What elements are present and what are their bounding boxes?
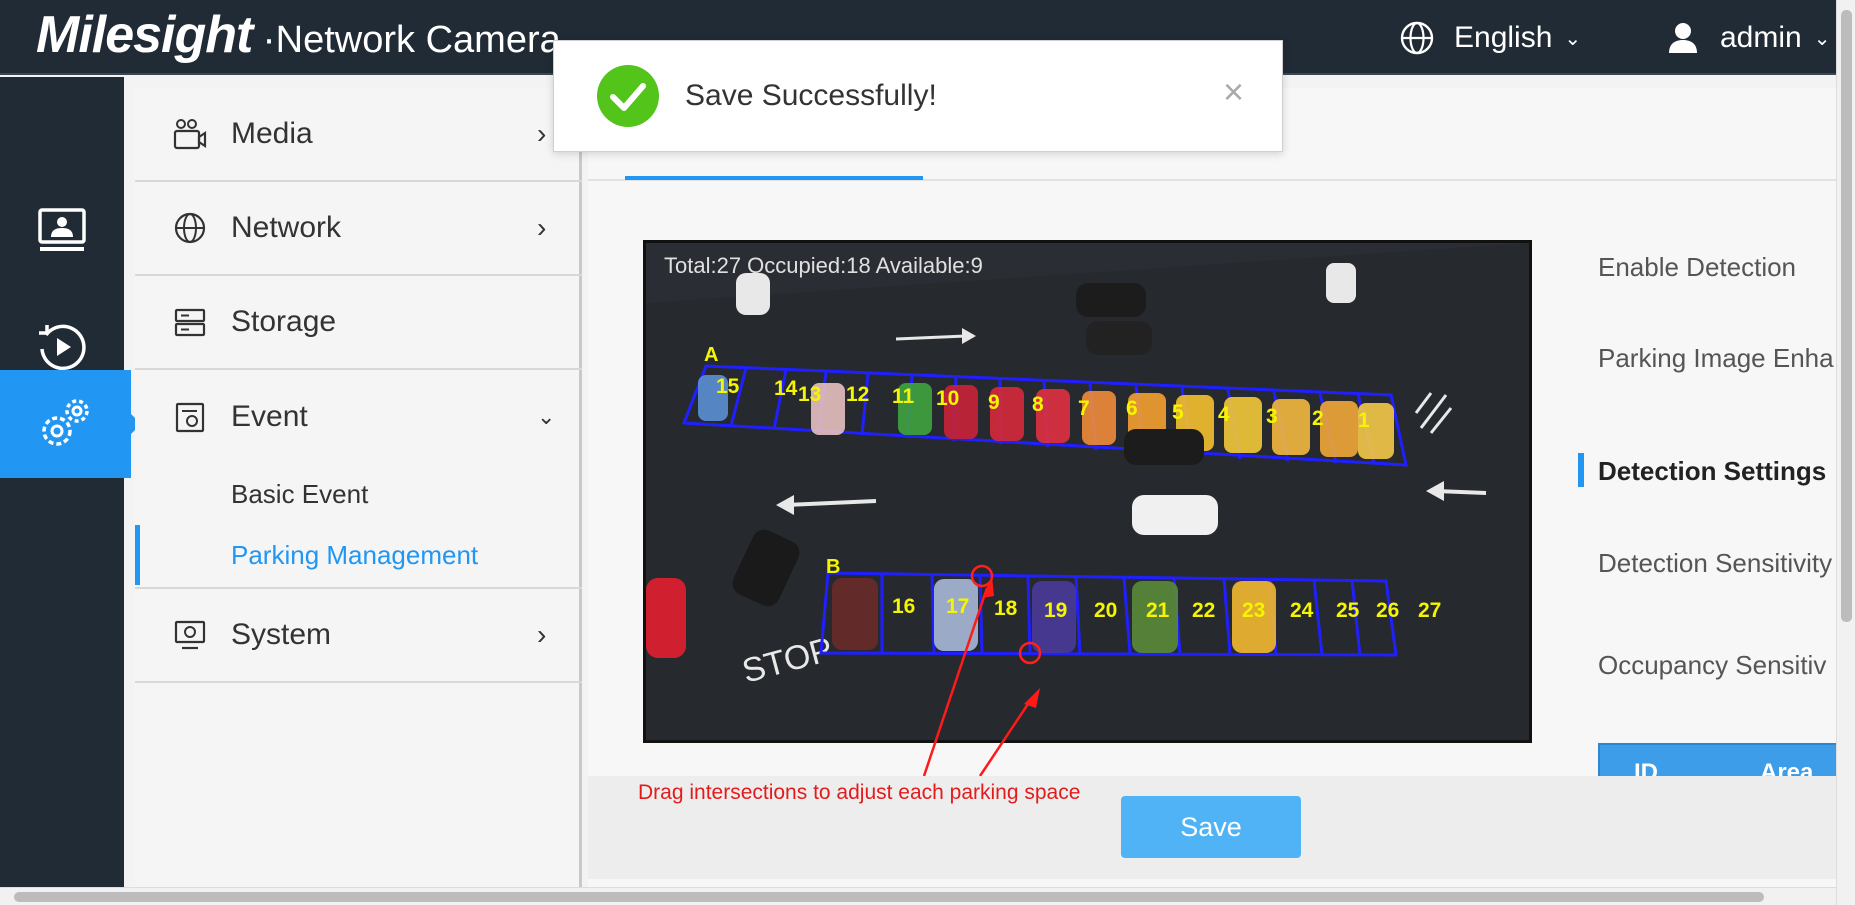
menu-item-storage[interactable]: Storage xyxy=(135,276,582,370)
menu-item-network[interactable]: Network › xyxy=(135,182,582,276)
check-circle-icon xyxy=(597,65,659,127)
globe-icon xyxy=(1400,21,1434,55)
settings-menu: Media › Network › Storage Event ⌄ Basic … xyxy=(135,88,582,889)
menu-label: Media xyxy=(231,117,313,150)
close-icon[interactable]: × xyxy=(1223,71,1244,113)
detection-settings-heading: Detection Settings xyxy=(1598,456,1827,486)
menu-label: Storage xyxy=(231,305,337,338)
language-selector[interactable]: English ⌄ xyxy=(1400,14,1581,62)
logo-brand: Milesight xyxy=(36,6,253,64)
menu-label: Event xyxy=(231,400,308,433)
logo: Milesight · Network Camera xyxy=(36,2,561,72)
submenu-label: Basic Event xyxy=(231,478,369,509)
chevron-right-icon: › xyxy=(537,619,547,650)
globe-icon xyxy=(174,212,206,244)
event-icon xyxy=(175,402,205,433)
user-menu[interactable]: admin ⌄ xyxy=(1668,14,1830,62)
product-name: Network Camera xyxy=(275,19,561,61)
camera-icon xyxy=(173,119,207,150)
username: admin xyxy=(1720,21,1802,54)
storage-icon xyxy=(174,308,206,337)
save-button[interactable]: Save xyxy=(1121,796,1301,858)
language-label: English xyxy=(1454,21,1553,54)
rail-live-view[interactable] xyxy=(0,177,124,285)
menu-item-event[interactable]: Event ⌄ xyxy=(135,370,582,464)
menu-item-system[interactable]: System › xyxy=(135,589,582,683)
horizontal-scrollbar[interactable] xyxy=(0,887,1836,905)
chevron-right-icon: › xyxy=(537,118,547,149)
playback-icon xyxy=(39,324,86,371)
chevron-down-icon: ⌄ xyxy=(537,404,556,429)
enable-detection-label: Enable Detection xyxy=(1598,252,1797,282)
success-toast: Save Successfully! × xyxy=(553,40,1283,152)
menu-label: System xyxy=(231,618,332,651)
occupancy-sensitivity-label: Occupancy Sensitiv xyxy=(1598,650,1827,680)
vertical-scrollbar[interactable] xyxy=(1836,0,1855,905)
system-icon xyxy=(174,620,206,650)
content-area: STOP 15 14 13 12 11 10 9 8 7 6 5 4 3 2 1… xyxy=(588,88,1838,889)
submenu-parking-management[interactable]: Parking Management xyxy=(135,525,582,585)
submenu-basic-event[interactable]: Basic Event xyxy=(135,464,582,524)
menu-item-media[interactable]: Media › xyxy=(135,88,582,182)
monitor-icon xyxy=(38,208,86,251)
logo-separator: · xyxy=(262,17,276,61)
chevron-down-icon: ⌄ xyxy=(1813,27,1831,50)
menu-label: Network xyxy=(231,211,342,244)
chevron-down-icon: ⌄ xyxy=(1564,27,1582,50)
user-icon xyxy=(1669,23,1697,53)
chevron-right-icon: › xyxy=(537,212,547,243)
parking-image-label: Parking Image Enha xyxy=(1598,343,1834,373)
gears-icon xyxy=(41,399,89,446)
annotation-arrows xyxy=(922,576,1040,777)
submenu-label: Parking Management xyxy=(231,539,479,570)
rail-settings[interactable] xyxy=(0,370,141,478)
annotation-text: Drag intersections to adjust each parkin… xyxy=(638,781,1081,804)
toast-message: Save Successfully! xyxy=(685,79,937,112)
detection-sensitivity-label: Detection Sensitivity xyxy=(1598,548,1833,578)
icon-rail xyxy=(0,77,141,889)
